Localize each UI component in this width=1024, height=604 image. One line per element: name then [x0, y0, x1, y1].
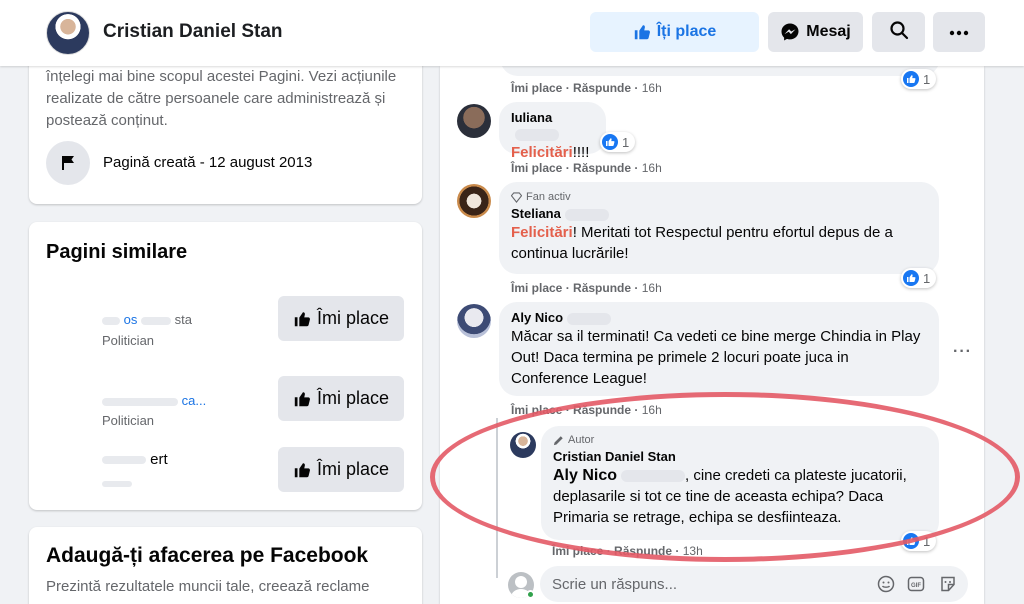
commenter-avatar[interactable] [457, 184, 491, 218]
reaction-count[interactable]: 1 [901, 531, 937, 551]
comment-like-link[interactable]: Îmi place [511, 161, 562, 175]
page-like-label: Îți place [656, 23, 717, 40]
comment-time[interactable]: 16h [642, 403, 662, 417]
similar-pages-title: Pagini similare [46, 241, 188, 263]
more-icon [949, 23, 969, 41]
thumbs-up-icon [293, 461, 311, 479]
more-options-button[interactable] [933, 12, 985, 52]
add-business-card: Adaugă-ți afacerea pe Facebook Prezintă … [29, 527, 422, 604]
similar-page-name[interactable]: os sta [102, 312, 192, 327]
reply-author-name[interactable]: Cristian Daniel Stan [553, 449, 927, 465]
gif-icon[interactable]: GIF [906, 574, 926, 594]
add-business-title: Adaugă-ți afacerea pe Facebook [46, 544, 369, 567]
comment-text: Măcar sa il terminati! Ca vedeti ce bine… [511, 328, 921, 387]
like-reaction-icon [602, 134, 618, 150]
pencil-icon [553, 435, 564, 446]
reaction-count[interactable]: 1 [600, 132, 636, 152]
online-status-indicator [526, 590, 535, 599]
search-icon [889, 20, 909, 45]
comment-actions: Îmi place · Răspunde · 16h [511, 403, 662, 417]
comment-reply-link[interactable]: Răspunde [573, 281, 631, 295]
reply-bubble: Autor Cristian Daniel Stan Aly Nico, cin… [541, 426, 939, 540]
fan-badge: Fan activ [511, 190, 927, 204]
comment-actions: Îmi place · Răspunde · 16h [511, 161, 662, 175]
emoji-icon[interactable] [876, 574, 896, 594]
similar-page-name[interactable]: ert [102, 451, 168, 468]
comments-feed: Îmi place · Răspunde · 16h 1 Iuliana Fel… [440, 56, 984, 604]
comment-reply-link[interactable]: Răspunde [573, 403, 631, 417]
comment-reply-link[interactable]: Răspunde [573, 81, 631, 95]
thread-connector [496, 418, 498, 578]
comment-time[interactable]: 16h [642, 161, 662, 175]
reply-reply-link[interactable]: Răspunde [614, 544, 672, 558]
page-created-date: Pagină creată - 12 august 2013 [103, 154, 313, 171]
message-label: Mesaj [806, 23, 851, 40]
comment-time[interactable]: 16h [642, 281, 662, 295]
similar-page-category: Politician [102, 333, 155, 348]
reaction-count[interactable]: 1 [901, 268, 937, 288]
reply-input[interactable] [540, 566, 968, 602]
message-button[interactable]: Mesaj [768, 12, 863, 52]
author-badge: Autor [553, 433, 927, 447]
commenter-avatar[interactable] [457, 304, 491, 338]
diamond-icon [511, 191, 522, 203]
comment-text: Felicitări! Meritati tot Respectul pentr… [511, 224, 893, 262]
comment-actions: Îmi place · Răspunde · 16h [511, 281, 662, 295]
reply-actions: Îmi place · Răspunde · 13h [552, 544, 703, 558]
svg-text:GIF: GIF [911, 583, 921, 589]
reply-author-avatar[interactable] [510, 432, 536, 458]
reply-text: Aly Nico, cine credeti ca plateste jucat… [553, 467, 907, 526]
thumbs-up-icon [293, 390, 311, 408]
messenger-icon [780, 22, 800, 42]
comment-reply-link[interactable]: Răspunde [573, 161, 631, 175]
reply-time[interactable]: 13h [683, 544, 703, 558]
comment-bubble: Iuliana Felicitări!!!! [499, 102, 606, 161]
commenter-name[interactable]: Aly Nico [511, 310, 927, 326]
similar-page-category [102, 475, 132, 490]
reply-like-link[interactable]: Îmi place [552, 544, 603, 558]
similar-page-category: Politician [102, 413, 155, 428]
commenter-avatar[interactable] [457, 104, 491, 138]
comment-like-link[interactable]: Îmi place [511, 81, 562, 95]
commenter-name[interactable]: Iuliana [511, 110, 594, 142]
like-reaction-icon [903, 533, 919, 549]
page-like-button[interactable]: Îți place [590, 12, 759, 52]
comment-bubble: Fan activ Steliana Felicitări! Meritati … [499, 182, 939, 274]
like-reaction-icon [903, 270, 919, 286]
comment-like-link[interactable]: Îmi place [511, 281, 562, 295]
comment-options-button[interactable]: ··· [953, 343, 972, 361]
comment-like-link[interactable]: Îmi place [511, 403, 562, 417]
similar-page-like-button[interactable]: Îmi place [278, 447, 404, 492]
thumbs-up-icon [293, 310, 311, 328]
like-reaction-icon [903, 71, 919, 87]
comment-text: Felicitări!!!! [511, 144, 590, 161]
similar-page-like-button[interactable]: Îmi place [278, 296, 404, 341]
flag-icon [46, 141, 90, 185]
page-title[interactable]: Cristian Daniel Stan [103, 21, 283, 43]
comment-actions: Îmi place · Răspunde · 16h [511, 81, 662, 95]
reaction-count[interactable]: 1 [901, 69, 937, 89]
add-business-description: Prezintă rezultatele muncii tale, creeaz… [46, 578, 370, 595]
transparency-description: înțelegi mai bine scopul acestei Pagini.… [46, 68, 397, 129]
page-avatar[interactable] [46, 11, 90, 55]
comment-time[interactable]: 16h [642, 81, 662, 95]
similar-page-name[interactable]: ca... [102, 393, 206, 408]
search-button[interactable] [872, 12, 925, 52]
page-header: Cristian Daniel Stan Îți place Mesaj [0, 0, 1024, 66]
thumbs-up-icon [633, 23, 651, 41]
mention-link[interactable]: Aly Nico [553, 467, 617, 484]
comment-bubble: Aly Nico Măcar sa il terminati! Ca vedet… [499, 302, 939, 396]
sticker-icon[interactable] [938, 574, 958, 594]
commenter-name[interactable]: Steliana [511, 206, 927, 222]
similar-page-like-button[interactable]: Îmi place [278, 376, 404, 421]
similar-pages-card: Pagini similare os sta Politician Îmi pl… [29, 222, 422, 510]
